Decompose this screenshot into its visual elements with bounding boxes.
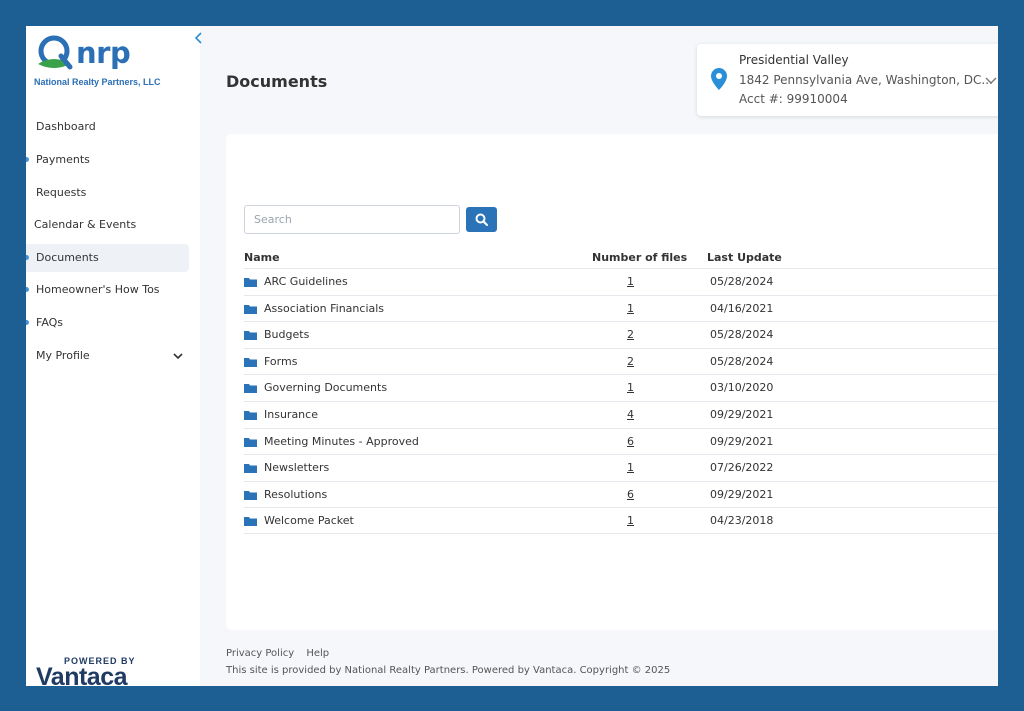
document-folder-name[interactable]: Budgets xyxy=(264,328,309,341)
document-folder-name[interactable]: Forms xyxy=(264,355,297,368)
help-link[interactable]: Help xyxy=(306,648,329,659)
chevron-down-icon[interactable] xyxy=(173,351,183,361)
sidebar-item-label: FAQs xyxy=(36,316,64,329)
document-folder-name[interactable]: ARC Guidelines xyxy=(264,275,348,288)
expand-dot-icon xyxy=(26,320,29,325)
page-title: Documents xyxy=(226,72,328,91)
search-button[interactable] xyxy=(466,207,497,232)
folder-icon xyxy=(244,331,257,340)
chevron-down-icon[interactable] xyxy=(985,76,997,86)
property-address: 1842 Pennsylvania Ave, Washington, DC... xyxy=(739,73,993,87)
file-count-link[interactable]: 6 xyxy=(627,435,634,448)
folder-icon xyxy=(244,358,257,367)
expand-dot-icon xyxy=(26,287,29,292)
sidebar-item-calendar[interactable]: Calendar & Events xyxy=(26,211,189,239)
sidebar-item-label: My Profile xyxy=(36,349,90,362)
sidebar-item-label: Documents xyxy=(36,251,99,264)
vantaca-wordmark: Vantaca xyxy=(36,663,128,686)
expand-dot-icon xyxy=(26,157,29,162)
folder-icon xyxy=(244,411,257,420)
table-row[interactable]: Newsletters 1 07/26/2022 xyxy=(244,454,998,481)
footer-copyright: This site is provided by National Realty… xyxy=(226,665,671,676)
document-folder-name[interactable]: Association Financials xyxy=(264,302,384,315)
sidebar-item-label: Dashboard xyxy=(36,120,96,133)
sidebar-item-dashboard[interactable]: Dashboard xyxy=(26,113,189,141)
folder-icon xyxy=(244,464,257,473)
table-row[interactable]: Association Financials 1 04/16/2021 xyxy=(244,295,998,322)
file-count-link[interactable]: 2 xyxy=(627,328,634,341)
document-folder-name[interactable]: Governing Documents xyxy=(264,381,387,394)
sidebar: nrp National Realty Partners, LLC Dashbo… xyxy=(26,26,202,686)
nrp-logo[interactable]: nrp National Realty Partners, LLC xyxy=(32,32,192,92)
company-name: National Realty Partners, LLC xyxy=(34,77,161,87)
document-folder-name[interactable]: Resolutions xyxy=(264,488,327,501)
table-row[interactable]: Governing Documents 1 03/10/2020 xyxy=(244,374,998,401)
table-row[interactable]: Meeting Minutes - Approved 6 09/29/2021 xyxy=(244,428,998,455)
document-folder-name[interactable]: Welcome Packet xyxy=(264,514,354,527)
search-icon xyxy=(475,213,488,226)
folder-icon xyxy=(244,491,257,500)
last-update: 05/28/2024 xyxy=(710,328,774,341)
search-input[interactable] xyxy=(244,205,460,234)
property-account: Acct #: 99910004 xyxy=(739,92,848,106)
folder-icon xyxy=(244,305,257,314)
sidebar-item-how-tos[interactable]: Homeowner's How Tos xyxy=(26,276,189,304)
last-update: 09/29/2021 xyxy=(710,488,774,501)
table-row[interactable]: Resolutions 6 09/29/2021 xyxy=(244,481,998,508)
table-row[interactable]: Insurance 4 09/29/2021 xyxy=(244,401,998,428)
folder-icon xyxy=(244,384,257,393)
file-count-link[interactable]: 6 xyxy=(627,488,634,501)
last-update: 04/23/2018 xyxy=(710,514,774,527)
nrp-logo-icon xyxy=(38,35,73,70)
last-update: 05/28/2024 xyxy=(710,275,774,288)
logo-wordmark: nrp xyxy=(76,36,131,70)
last-update: 09/29/2021 xyxy=(710,435,774,448)
column-header-updated[interactable]: Last Update xyxy=(707,251,782,264)
folder-icon xyxy=(244,438,257,447)
sidebar-item-label: Payments xyxy=(36,153,90,166)
expand-dot-icon xyxy=(26,255,29,260)
folder-icon xyxy=(244,517,257,526)
sidebar-item-documents[interactable]: Documents xyxy=(26,244,189,272)
last-update: 07/26/2022 xyxy=(710,461,774,474)
folder-icon xyxy=(244,278,257,287)
column-header-files[interactable]: Number of files xyxy=(592,251,687,264)
sidebar-item-requests[interactable]: Requests xyxy=(26,179,189,207)
document-folder-name[interactable]: Meeting Minutes - Approved xyxy=(264,435,419,448)
sidebar-item-label: Requests xyxy=(36,186,87,199)
location-pin-icon xyxy=(711,68,727,90)
file-count-link[interactable]: 1 xyxy=(627,302,634,315)
table-row[interactable]: ARC Guidelines 1 05/28/2024 xyxy=(244,268,998,295)
file-count-link[interactable]: 1 xyxy=(627,514,634,527)
documents-panel: Name Number of files Last Update ARC Gui… xyxy=(226,134,998,630)
file-count-link[interactable]: 4 xyxy=(627,408,634,421)
property-name: Presidential Valley xyxy=(739,53,849,67)
vantaca-logo[interactable]: POWERED BY Vantaca xyxy=(36,650,166,686)
file-count-link[interactable]: 1 xyxy=(627,381,634,394)
sidebar-item-faqs[interactable]: FAQs xyxy=(26,309,189,337)
last-update: 04/16/2021 xyxy=(710,302,774,315)
column-header-name[interactable]: Name xyxy=(244,251,280,264)
chevron-left-icon[interactable] xyxy=(192,32,206,48)
property-selector[interactable]: Presidential Valley 1842 Pennsylvania Av… xyxy=(697,44,998,116)
privacy-policy-link[interactable]: Privacy Policy xyxy=(226,648,294,659)
sidebar-item-label: Calendar & Events xyxy=(34,218,137,231)
last-update: 09/29/2021 xyxy=(710,408,774,421)
last-update: 03/10/2020 xyxy=(710,381,774,394)
app-window: nrp National Realty Partners, LLC Dashbo… xyxy=(26,26,998,686)
table-row[interactable]: Forms 2 05/28/2024 xyxy=(244,348,998,375)
file-count-link[interactable]: 1 xyxy=(627,461,634,474)
table-row[interactable]: Budgets 2 05/28/2024 xyxy=(244,321,998,348)
document-folder-name[interactable]: Newsletters xyxy=(264,461,329,474)
sidebar-item-my-profile[interactable]: My Profile xyxy=(26,342,189,370)
footer-links: Privacy Policy Help xyxy=(226,648,338,659)
file-count-link[interactable]: 2 xyxy=(627,355,634,368)
document-folder-name[interactable]: Insurance xyxy=(264,408,318,421)
sidebar-item-payments[interactable]: Payments xyxy=(26,146,189,174)
table-row[interactable]: Welcome Packet 1 04/23/2018 xyxy=(244,507,998,534)
file-count-link[interactable]: 1 xyxy=(627,275,634,288)
sidebar-item-label: Homeowner's How Tos xyxy=(36,283,160,296)
last-update: 05/28/2024 xyxy=(710,355,774,368)
